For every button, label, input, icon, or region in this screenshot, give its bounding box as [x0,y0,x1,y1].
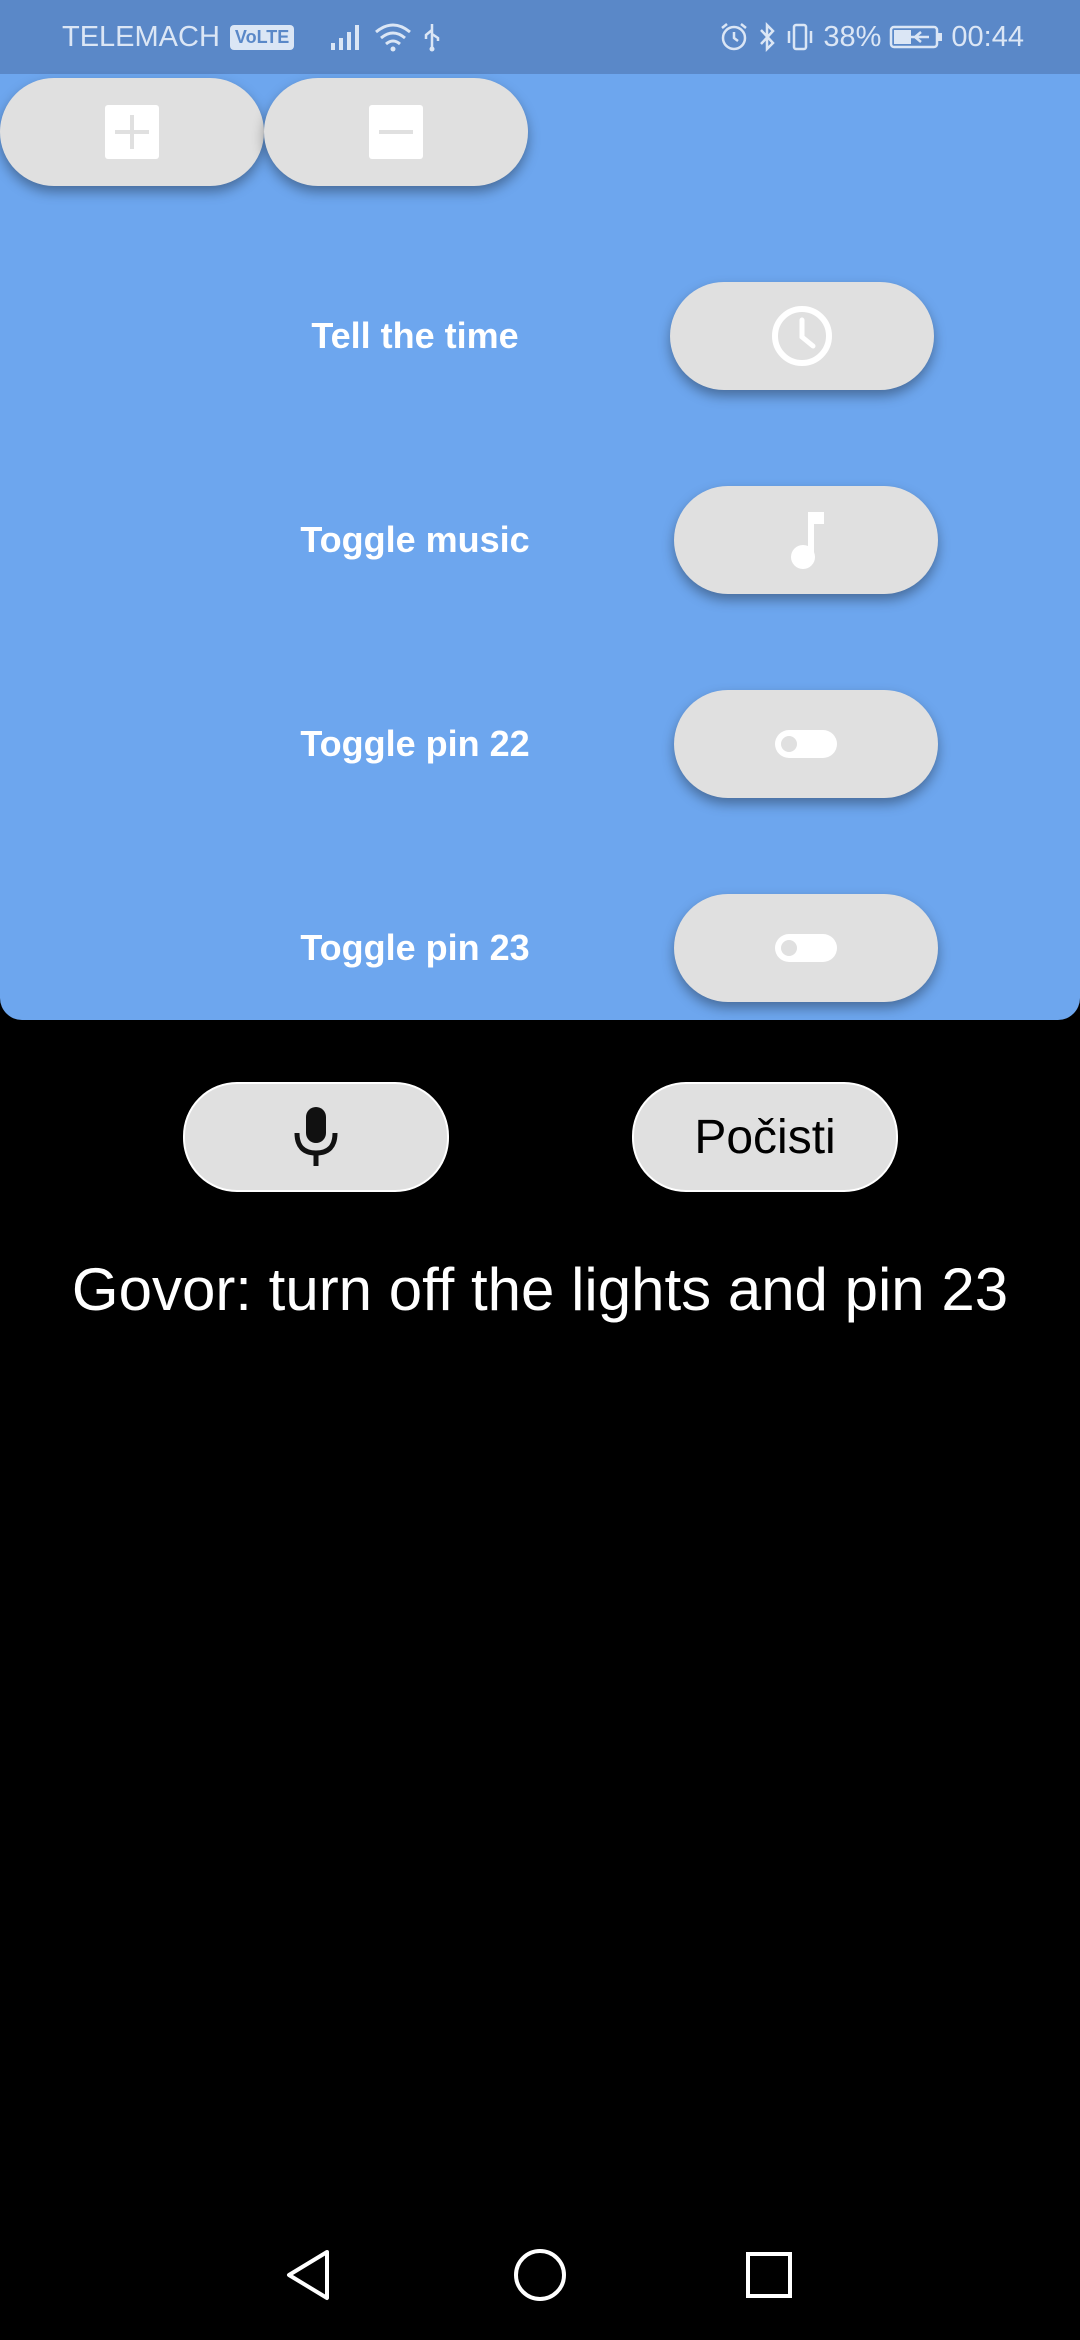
command-label-toggle-music: Toggle music [300,519,530,560]
plus-icon [105,105,159,159]
battery-charging-icon [889,24,943,50]
toggle-music-button[interactable] [674,486,938,594]
microphone-button[interactable] [183,1082,449,1192]
commands-panel: Tell the time Toggle music Toggle pin 22… [0,74,1080,1020]
home-circle-icon [514,2249,566,2301]
back-triangle-icon [287,2250,329,2300]
microphone-icon [294,1107,338,1166]
status-bar-left: TELEMACH VoLTE [62,0,442,74]
status-bar: TELEMACH VoLTE 38% 00:44 [0,0,1080,74]
wifi-icon [374,22,412,52]
toggle-pin-23-button[interactable] [674,894,938,1002]
clear-button-label: Počisti [694,1110,836,1164]
recognized-speech-text: Govor: turn off the lights and pin 23 [71,1256,1009,1323]
toggle-icon [775,934,837,962]
usb-icon [422,22,442,52]
bluetooth-icon [757,22,777,52]
nav-back-button[interactable] [268,2240,348,2310]
volte-badge: VoLTE [229,24,295,50]
recents-square-icon [746,2252,792,2298]
command-label-toggle-pin-22: Toggle pin 22 [300,723,530,764]
signal-icon [330,23,364,51]
clock-time: 00:44 [951,20,1024,53]
tell-time-button[interactable] [670,282,934,390]
nav-home-button[interactable] [500,2240,580,2310]
status-bar-right: 38% 00:44 [719,0,1024,74]
carrier-name: TELEMACH [62,20,220,53]
remove-button[interactable] [264,78,528,186]
music-note-icon [791,512,824,569]
toggle-pin-22-button[interactable] [674,690,938,798]
vibrate-icon [785,22,815,52]
alarm-icon [719,22,749,52]
command-label-tell-time: Tell the time [311,315,519,356]
command-label-toggle-pin-23: Toggle pin 23 [300,927,530,968]
battery-percent: 38% [823,20,882,53]
clock-icon [772,306,832,366]
toggle-icon [775,730,837,758]
minus-icon [369,105,423,159]
nav-recents-button[interactable] [729,2240,809,2310]
add-button[interactable] [0,78,264,186]
clear-button[interactable]: Počisti [632,1082,898,1192]
